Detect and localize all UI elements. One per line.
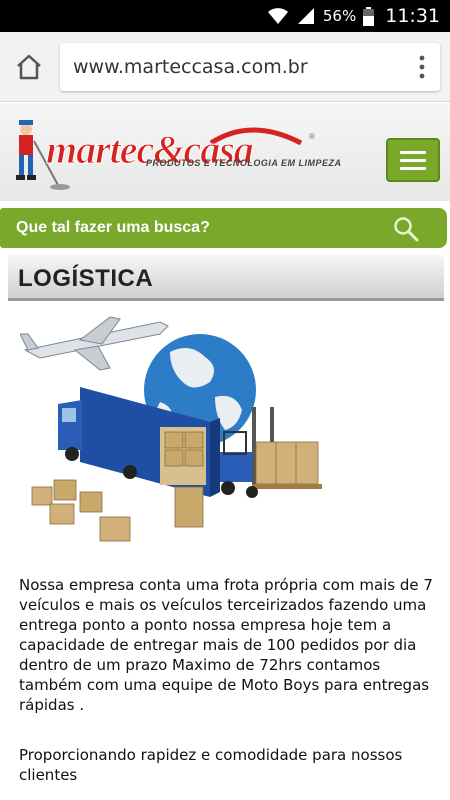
battery-icon (363, 6, 375, 26)
hamburger-line (400, 159, 426, 162)
site-header: martec&casa ® PRODUTOS E TECNOLOGIA EM L… (0, 103, 450, 201)
content-paragraph: Proporcionando rapidez e comodidade para… (19, 746, 403, 784)
wifi-icon (267, 8, 288, 24)
site-logo[interactable]: martec&casa ® (6, 111, 326, 193)
logo-tagline: PRODUTOS E TECNOLOGIA EM LIMPEZA (146, 158, 342, 168)
battery-percent: 56% (322, 7, 357, 25)
hamburger-line (400, 151, 426, 154)
status-bar: 56% 11:31 (0, 0, 450, 32)
address-bar[interactable]: www.marteccasa.com.br (60, 43, 440, 91)
signal-icon (297, 8, 314, 24)
page-title: LOGÍSTICA (18, 265, 154, 292)
clock: 11:31 (385, 5, 440, 27)
browser-toolbar: www.marteccasa.com.br (0, 32, 450, 102)
logistics-image (20, 312, 333, 560)
search-bar[interactable]: Que tal fazer uma busca? (0, 208, 447, 248)
status-icons: 56% 11:31 (267, 0, 440, 32)
home-icon[interactable] (14, 52, 44, 82)
hamburger-menu-button[interactable] (386, 138, 440, 182)
svg-text:®: ® (309, 132, 315, 141)
search-placeholder: Que tal fazer uma busca? (16, 219, 210, 236)
hamburger-line (400, 167, 426, 170)
search-icon[interactable] (393, 216, 419, 242)
more-vert-icon[interactable] (418, 55, 426, 79)
url-text: www.marteccasa.com.br (73, 56, 308, 78)
content-paragraph: Nossa empresa conta uma frota própria co… (19, 576, 433, 714)
section-header: LOGÍSTICA (8, 255, 444, 301)
